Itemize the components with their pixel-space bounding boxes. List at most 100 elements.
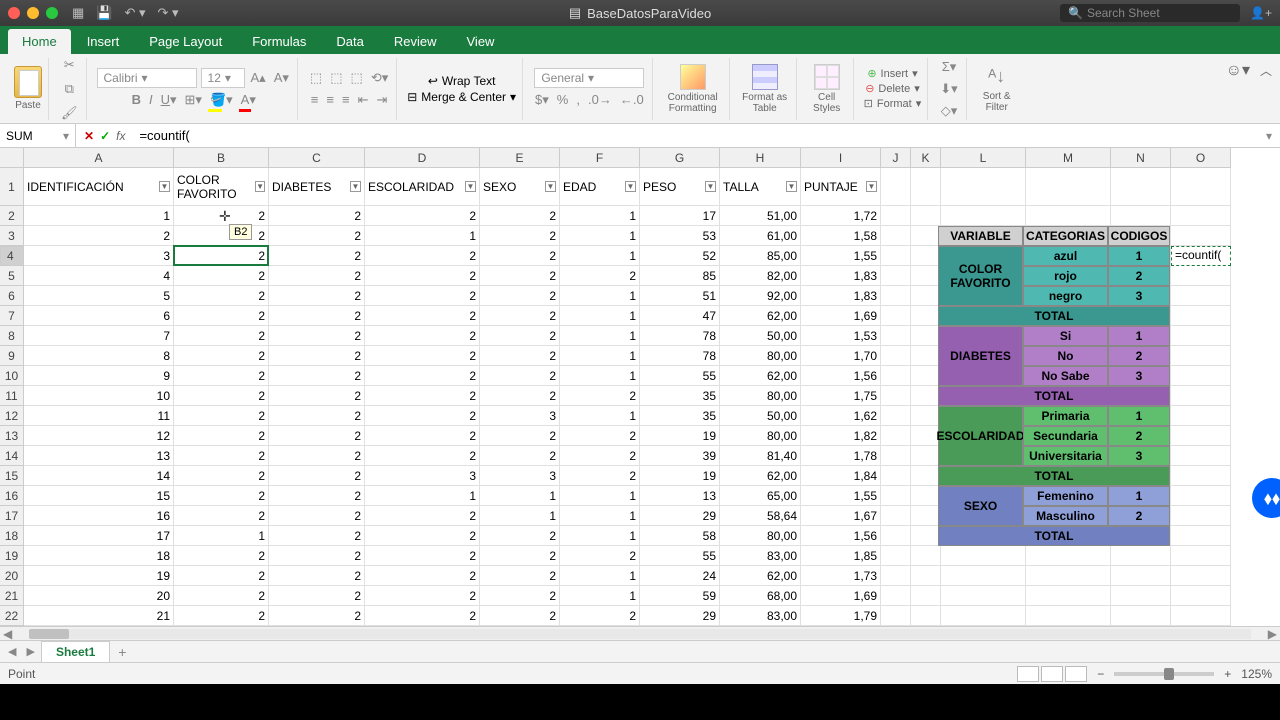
data-cell[interactable]: 61,00: [720, 226, 801, 246]
data-cell[interactable]: 35: [640, 386, 720, 406]
data-cell[interactable]: [881, 386, 911, 406]
data-cell[interactable]: 92,00: [720, 286, 801, 306]
data-cell[interactable]: 85: [640, 266, 720, 286]
data-cell[interactable]: [1171, 606, 1231, 626]
row-header[interactable]: 11: [0, 386, 24, 406]
data-cell[interactable]: 2: [269, 326, 365, 346]
data-cell[interactable]: 1,79: [801, 606, 881, 626]
decrease-indent-icon[interactable]: ⇤: [356, 90, 371, 110]
data-cell[interactable]: 2: [269, 586, 365, 606]
data-cell[interactable]: [1171, 586, 1231, 606]
data-cell[interactable]: 2: [365, 426, 480, 446]
data-cell[interactable]: 2: [480, 426, 560, 446]
header-cell[interactable]: COLOR FAVORITO▼: [174, 168, 269, 206]
data-cell[interactable]: 2: [365, 526, 480, 546]
data-cell[interactable]: 2: [365, 546, 480, 566]
filter-dropdown-icon[interactable]: ▼: [625, 181, 636, 192]
data-cell[interactable]: 18: [24, 546, 174, 566]
data-cell[interactable]: 59: [640, 586, 720, 606]
col-header-I[interactable]: I: [801, 148, 881, 168]
fx-icon[interactable]: fx: [116, 129, 125, 143]
data-cell[interactable]: 29: [640, 606, 720, 626]
data-cell[interactable]: [911, 546, 941, 566]
row-header[interactable]: 4: [0, 246, 24, 266]
data-cell[interactable]: 2: [365, 406, 480, 426]
font-color-button[interactable]: A▾: [239, 90, 258, 110]
data-cell[interactable]: [881, 426, 911, 446]
data-cell[interactable]: 19: [640, 466, 720, 486]
data-cell[interactable]: [941, 566, 1026, 586]
data-cell[interactable]: 2: [269, 566, 365, 586]
data-cell[interactable]: 1: [560, 286, 640, 306]
data-cell[interactable]: [911, 506, 941, 526]
autosum-icon[interactable]: Σ▾: [940, 57, 959, 77]
tab-formulas[interactable]: Formulas: [238, 29, 320, 54]
col-header-L[interactable]: L: [941, 148, 1026, 168]
comma-icon[interactable]: ,: [574, 90, 582, 109]
row-header[interactable]: 14: [0, 446, 24, 466]
data-cell[interactable]: 10: [24, 386, 174, 406]
data-cell[interactable]: 2: [365, 306, 480, 326]
header-cell[interactable]: PESO▼: [640, 168, 720, 206]
data-cell[interactable]: 3: [365, 466, 480, 486]
data-cell[interactable]: [881, 226, 911, 246]
data-cell[interactable]: 1: [560, 506, 640, 526]
filter-dropdown-icon[interactable]: ▼: [350, 181, 361, 192]
data-cell[interactable]: 2: [174, 306, 269, 326]
data-cell[interactable]: 1: [560, 246, 640, 266]
data-cell[interactable]: 19: [640, 426, 720, 446]
data-cell[interactable]: 1: [560, 346, 640, 366]
data-cell[interactable]: 2: [269, 466, 365, 486]
minimize-window-icon[interactable]: [27, 7, 39, 19]
increase-indent-icon[interactable]: ⇥: [374, 90, 389, 110]
data-cell[interactable]: 2: [174, 326, 269, 346]
data-cell[interactable]: [911, 566, 941, 586]
header-cell[interactable]: SEXO▼: [480, 168, 560, 206]
data-cell[interactable]: [911, 226, 941, 246]
row-header[interactable]: 12: [0, 406, 24, 426]
data-cell[interactable]: [881, 246, 911, 266]
align-middle-icon[interactable]: ⬚: [328, 68, 344, 88]
data-cell[interactable]: [911, 386, 941, 406]
zoom-slider[interactable]: [1114, 672, 1214, 676]
data-cell[interactable]: [1171, 306, 1231, 326]
data-cell[interactable]: 85,00: [720, 246, 801, 266]
name-box[interactable]: SUM▾: [0, 124, 76, 147]
feedback-icon[interactable]: ☺▾: [1226, 60, 1250, 80]
data-cell[interactable]: 2: [480, 566, 560, 586]
data-cell[interactable]: 2: [174, 366, 269, 386]
data-cell[interactable]: [941, 586, 1026, 606]
data-cell[interactable]: 1: [365, 226, 480, 246]
row-header[interactable]: 9: [0, 346, 24, 366]
data-cell[interactable]: 1,83: [801, 266, 881, 286]
data-cell[interactable]: 9: [24, 366, 174, 386]
data-cell[interactable]: 50,00: [720, 406, 801, 426]
data-cell[interactable]: 35: [640, 406, 720, 426]
data-cell[interactable]: [1111, 206, 1171, 226]
filter-dropdown-icon[interactable]: ▼: [255, 181, 265, 192]
data-cell[interactable]: 1: [560, 526, 640, 546]
row-header[interactable]: 10: [0, 366, 24, 386]
spreadsheet-grid[interactable]: ABCDEFGHIJKLMNO 123456789101112131415161…: [0, 148, 1280, 626]
header-cell[interactable]: [911, 168, 941, 206]
data-cell[interactable]: [911, 366, 941, 386]
data-cell[interactable]: 2: [174, 406, 269, 426]
zoom-level[interactable]: 125%: [1241, 667, 1272, 681]
collapse-ribbon-icon[interactable]: ︿: [1260, 62, 1272, 79]
data-cell[interactable]: 2: [174, 586, 269, 606]
data-cell[interactable]: [1171, 406, 1231, 426]
data-cell[interactable]: 11: [24, 406, 174, 426]
data-cell[interactable]: 2: [269, 406, 365, 426]
filter-dropdown-icon[interactable]: ▼: [705, 181, 716, 192]
data-cell[interactable]: 2: [174, 346, 269, 366]
data-cell[interactable]: [1026, 606, 1111, 626]
data-cell[interactable]: 2: [269, 286, 365, 306]
data-cell[interactable]: 1: [365, 486, 480, 506]
data-cell[interactable]: 2: [365, 326, 480, 346]
data-cell[interactable]: 12: [24, 426, 174, 446]
data-cell[interactable]: [911, 486, 941, 506]
data-cell[interactable]: 5: [24, 286, 174, 306]
data-cell[interactable]: 47: [640, 306, 720, 326]
data-cell[interactable]: 2: [560, 446, 640, 466]
data-cell[interactable]: 2: [269, 366, 365, 386]
